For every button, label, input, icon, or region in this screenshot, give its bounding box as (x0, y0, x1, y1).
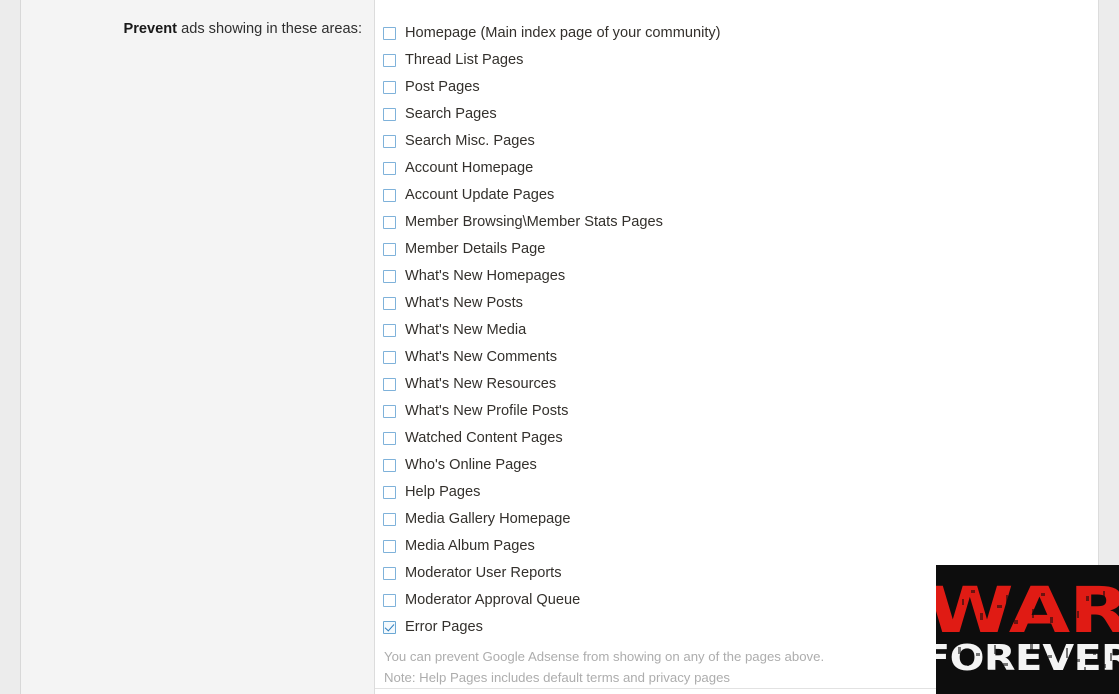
checkbox-unchecked[interactable] (383, 216, 396, 229)
checkbox-label: What's New Resources (405, 376, 557, 392)
checkbox-unchecked[interactable] (383, 432, 396, 445)
prevent-ads-checkbox-list: Homepage (Main index page of your commun… (382, 20, 1098, 641)
checkbox-row[interactable]: Who's Online Pages (382, 452, 1098, 479)
checkbox-row[interactable]: What's New Media (382, 317, 1098, 344)
checkbox-label: Moderator User Reports (405, 565, 562, 581)
checkbox-unchecked[interactable] (383, 324, 396, 337)
checkbox-unchecked[interactable] (383, 351, 396, 364)
checkbox-label: Account Homepage (405, 160, 534, 176)
checkbox-unchecked[interactable] (383, 135, 396, 148)
checkbox-unchecked[interactable] (383, 270, 396, 283)
checkbox-row[interactable]: Help Pages (382, 479, 1098, 506)
settings-page: Prevent ads showing in these areas: Home… (0, 0, 1119, 694)
checkbox-label: Member Details Page (405, 241, 546, 257)
checkbox-row[interactable]: Account Update Pages (382, 182, 1098, 209)
checkbox-label: Post Pages (405, 79, 480, 95)
checkbox-label: Moderator Approval Queue (405, 592, 581, 608)
checkbox-unchecked[interactable] (383, 459, 396, 472)
checkbox-unchecked[interactable] (383, 513, 396, 526)
checkbox-unchecked[interactable] (383, 81, 396, 94)
checkbox-unchecked[interactable] (383, 297, 396, 310)
form-label-column: Prevent ads showing in these areas: (21, 0, 374, 694)
checkbox-label: Who's Online Pages (405, 457, 537, 473)
watermark-line-forever: FOREVER (936, 638, 1119, 680)
checkbox-unchecked[interactable] (383, 405, 396, 418)
checkbox-unchecked[interactable] (383, 27, 396, 40)
checkbox-label: Media Album Pages (405, 538, 535, 554)
checkbox-label: Search Pages (405, 106, 497, 122)
checkbox-unchecked[interactable] (383, 567, 396, 580)
checkbox-label: Search Misc. Pages (405, 133, 535, 149)
checkbox-label: What's New Posts (405, 295, 523, 311)
checkbox-unchecked[interactable] (383, 54, 396, 67)
checkbox-unchecked[interactable] (383, 594, 396, 607)
checkbox-label: Error Pages (405, 619, 483, 635)
checkbox-unchecked[interactable] (383, 540, 396, 553)
checkbox-row[interactable]: Thread List Pages (382, 47, 1098, 74)
prevent-ads-label: Prevent ads showing in these areas: (21, 20, 362, 39)
checkbox-row[interactable]: Post Pages (382, 74, 1098, 101)
watermark-line-war: WAR (936, 574, 1119, 648)
checkbox-row[interactable]: Media Album Pages (382, 533, 1098, 560)
checkbox-row[interactable]: Media Gallery Homepage (382, 506, 1098, 533)
checkbox-row[interactable]: Search Pages (382, 101, 1098, 128)
checkbox-row[interactable]: Account Homepage (382, 155, 1098, 182)
prevent-ads-label-rest: ads showing in these areas: (177, 21, 362, 37)
checkbox-label: Homepage (Main index page of your commun… (405, 25, 721, 41)
checkbox-row[interactable]: What's New Profile Posts (382, 398, 1098, 425)
checkbox-unchecked[interactable] (383, 486, 396, 499)
checkbox-row[interactable]: Search Misc. Pages (382, 128, 1098, 155)
checkbox-row[interactable]: Homepage (Main index page of your commun… (382, 20, 1098, 47)
checkbox-label: Member Browsing\Member Stats Pages (405, 214, 663, 230)
checkbox-label: Help Pages (405, 484, 481, 500)
checkbox-unchecked[interactable] (383, 378, 396, 391)
checkbox-checked[interactable] (383, 621, 396, 634)
left-gutter (0, 0, 21, 694)
checkbox-row[interactable]: What's New Posts (382, 290, 1098, 317)
checkbox-row[interactable]: What's New Comments (382, 344, 1098, 371)
checkbox-row[interactable]: Watched Content Pages (382, 425, 1098, 452)
checkbox-row[interactable]: What's New Homepages (382, 263, 1098, 290)
checkbox-unchecked[interactable] (383, 108, 396, 121)
checkbox-row[interactable]: Member Details Page (382, 236, 1098, 263)
checkbox-label: What's New Media (405, 322, 527, 338)
checkbox-label: Account Update Pages (405, 187, 555, 203)
checkbox-label: Media Gallery Homepage (405, 511, 571, 527)
checkbox-unchecked[interactable] (383, 189, 396, 202)
checkbox-row[interactable]: What's New Resources (382, 371, 1098, 398)
war-forever-watermark: WAR FOREVER (936, 565, 1119, 694)
checkbox-label: What's New Profile Posts (405, 403, 569, 419)
checkbox-label: What's New Homepages (405, 268, 566, 284)
checkbox-label: Watched Content Pages (405, 430, 563, 446)
checkbox-label: What's New Comments (405, 349, 558, 365)
checkbox-unchecked[interactable] (383, 243, 396, 256)
checkbox-unchecked[interactable] (383, 162, 396, 175)
prevent-ads-label-strong: Prevent (123, 21, 178, 37)
checkbox-row[interactable]: Member Browsing\Member Stats Pages (382, 209, 1098, 236)
checkbox-label: Thread List Pages (405, 52, 524, 68)
